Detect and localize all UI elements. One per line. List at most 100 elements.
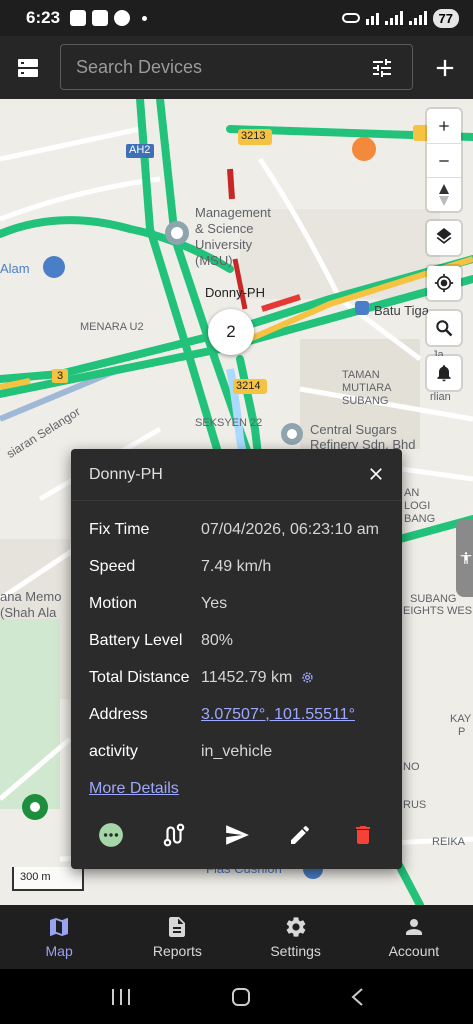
row-value: 11452.79 km bbox=[201, 668, 293, 686]
my-location-icon bbox=[434, 273, 454, 293]
zoom-out-button[interactable] bbox=[427, 143, 461, 177]
gear-icon[interactable] bbox=[300, 670, 315, 685]
recent-apps-icon[interactable] bbox=[110, 988, 132, 1006]
accessibility-icon bbox=[460, 552, 472, 564]
device-marker-label: Donny-PH bbox=[205, 285, 265, 300]
edit-device-button[interactable] bbox=[280, 815, 320, 855]
list-icon bbox=[18, 58, 38, 77]
my-location-button[interactable] bbox=[427, 266, 461, 300]
zoom-controls bbox=[427, 109, 461, 211]
road-shield-3: 3 bbox=[57, 370, 64, 382]
row-key: Battery Level bbox=[89, 631, 183, 649]
nav-settings-label: Settings bbox=[270, 943, 321, 959]
search-box[interactable] bbox=[60, 44, 413, 90]
vpn-key-icon bbox=[341, 13, 360, 23]
edit-icon bbox=[290, 825, 309, 844]
poi-memorial-label-2: (Shah Ala bbox=[0, 605, 57, 620]
nav-map[interactable]: Map bbox=[0, 905, 118, 969]
nav-account[interactable]: Account bbox=[355, 905, 473, 969]
poi-msu-label-2: & Science bbox=[195, 221, 254, 236]
nav-settings[interactable]: Settings bbox=[237, 905, 355, 969]
shield-icon bbox=[92, 10, 109, 26]
battery-indicator: 77 bbox=[432, 8, 459, 28]
notifications-button[interactable] bbox=[427, 356, 461, 390]
send-command-button[interactable] bbox=[217, 815, 257, 855]
area-taman-label: TAMAN bbox=[342, 369, 380, 381]
map-search-button[interactable] bbox=[427, 311, 461, 345]
poi-batu-tiga-label: Batu Tiga bbox=[374, 303, 429, 318]
nav-reports[interactable]: Reports bbox=[118, 905, 236, 969]
poi-memorial-label: ana Memo bbox=[0, 589, 62, 604]
row-fix-time: Fix Time 07/04/2026, 06:23:10 am bbox=[71, 511, 402, 548]
layers-control bbox=[427, 221, 461, 255]
map-scale: 300 m bbox=[12, 867, 84, 891]
row-value: 7.49 km/h bbox=[201, 557, 272, 575]
delete-device-button[interactable] bbox=[343, 815, 383, 855]
app-bar bbox=[0, 36, 473, 99]
compass-button[interactable] bbox=[427, 177, 461, 211]
home-icon[interactable] bbox=[231, 987, 251, 1007]
poi-alam-label: Alam bbox=[0, 261, 30, 276]
search-input[interactable] bbox=[76, 56, 356, 78]
road-shield-3214: 3214 bbox=[236, 380, 261, 392]
area-menara-label: MENARA U2 bbox=[80, 321, 144, 333]
row-key: Total Distance bbox=[89, 668, 190, 686]
filter-tune-icon[interactable] bbox=[370, 56, 394, 80]
more-details-link[interactable]: More Details bbox=[71, 770, 402, 807]
row-value: Yes bbox=[201, 594, 228, 612]
bottom-navigation: Map Reports Settings Account bbox=[0, 905, 473, 969]
area-taman-label-2: MUTIARA bbox=[342, 382, 392, 394]
area-taman-label-3: SUBANG bbox=[342, 395, 389, 407]
nav-account-label: Account bbox=[388, 943, 440, 959]
person-icon bbox=[405, 919, 422, 935]
notification-icons bbox=[70, 10, 148, 26]
device-list-button[interactable] bbox=[0, 36, 56, 99]
area-bang-label: BANG bbox=[404, 513, 436, 525]
row-value: in_vehicle bbox=[201, 742, 273, 760]
row-address: Address 3.07507°, 101.55511° bbox=[71, 696, 402, 733]
layers-button[interactable] bbox=[427, 221, 461, 255]
device-cluster-marker[interactable]: 2 bbox=[208, 309, 254, 355]
plus-icon bbox=[439, 121, 449, 131]
close-icon[interactable] bbox=[366, 464, 386, 484]
delete-icon bbox=[355, 826, 370, 844]
system-navigation bbox=[0, 969, 473, 1024]
replay-route-button[interactable] bbox=[154, 815, 194, 855]
device-popup: Donny-PH Fix Time 07/04/2026, 06:23:10 a… bbox=[71, 449, 402, 869]
row-value: 07/04/2026, 06:23:10 am bbox=[201, 520, 379, 538]
area-reika-label: REIKA bbox=[432, 836, 466, 848]
row-speed: Speed 7.49 km/h bbox=[71, 548, 402, 585]
signal-icon-2 bbox=[408, 11, 427, 25]
area-subang-label: SUBANG bbox=[410, 593, 457, 605]
popup-title: Donny-PH bbox=[89, 465, 163, 483]
row-value-wrap: 3.07507°, 101.55511° bbox=[201, 706, 355, 724]
row-key: Address bbox=[89, 705, 148, 723]
status-bar: 6:23 77 bbox=[0, 0, 473, 36]
nav-reports-label: Reports bbox=[152, 943, 202, 959]
more-actions-button[interactable] bbox=[91, 815, 131, 855]
address-link[interactable]: 3.07507°, 101.55511° bbox=[201, 706, 355, 724]
area-seksyen-label: SEKSYEN 22 bbox=[195, 417, 263, 429]
description-icon bbox=[169, 917, 186, 937]
gear-icon bbox=[286, 917, 305, 937]
send-icon bbox=[225, 825, 249, 845]
area-no-label: NO bbox=[403, 761, 420, 773]
nav-map-label: Map bbox=[45, 943, 73, 959]
poi-msu-label: Management bbox=[195, 205, 271, 220]
minus-icon bbox=[439, 159, 449, 162]
poi-central-sugars-label: Central Sugars bbox=[310, 422, 397, 437]
row-key: Speed bbox=[89, 557, 136, 575]
add-device-icon[interactable] bbox=[431, 54, 459, 82]
row-motion: Motion Yes bbox=[71, 585, 402, 622]
status-time: 6:23 bbox=[26, 8, 61, 27]
accessibility-tab[interactable] bbox=[456, 519, 473, 597]
back-icon[interactable] bbox=[350, 987, 364, 1007]
row-key: Motion bbox=[89, 594, 138, 612]
signal-icon bbox=[384, 11, 403, 25]
more-notifications-icon bbox=[142, 15, 148, 21]
popup-actions bbox=[71, 815, 402, 855]
area-heights-label: EIGHTS WES bbox=[403, 605, 473, 617]
zoom-in-button[interactable] bbox=[427, 109, 461, 143]
area-kay-label: KAY bbox=[450, 713, 472, 725]
route-icon bbox=[163, 823, 184, 847]
